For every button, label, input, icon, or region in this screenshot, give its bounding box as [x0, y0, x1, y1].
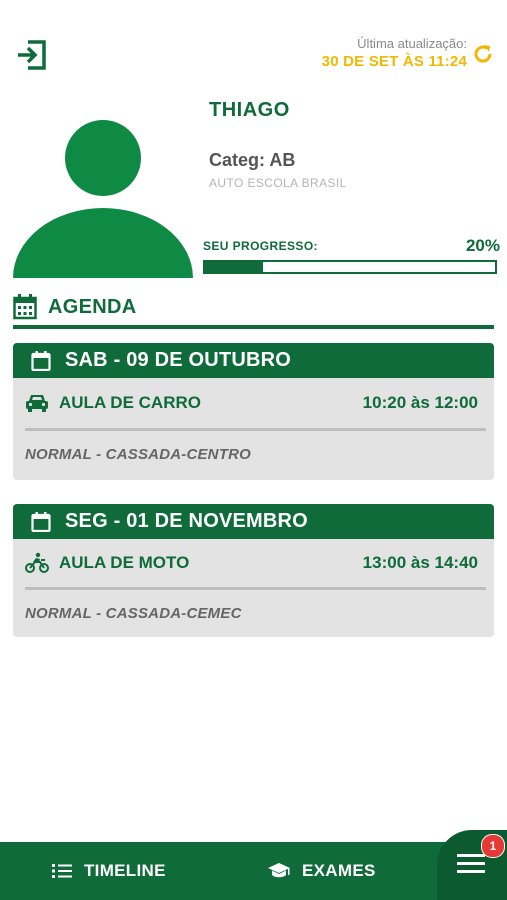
- hamburger-menu-icon: [457, 854, 485, 873]
- lesson-time: 13:00 às 14:40: [362, 553, 478, 572]
- list-icon: [52, 864, 72, 878]
- refresh-icon[interactable]: [471, 42, 495, 66]
- last-update-label: Última atualização:: [357, 36, 467, 51]
- calendar-icon: [31, 511, 51, 532]
- lesson-detail: NORMAL - CASSADA-CENTRO: [25, 446, 251, 463]
- graduation-cap-icon: [268, 863, 290, 878]
- nav-exames-label: EXAMES: [302, 861, 376, 880]
- lesson-name: AULA DE CARRO: [59, 393, 201, 412]
- student-name: THIAGO: [209, 99, 290, 121]
- lesson-row: AULA DE CARRO 10:20 às 12:00: [13, 378, 494, 428]
- lesson-row: AULA DE MOTO 13:00 às 14:40: [13, 539, 494, 587]
- nav-timeline-label: TIMELINE: [84, 861, 166, 880]
- bottom-nav: TIMELINE EXAMES: [0, 842, 507, 900]
- license-category: Categ: AB: [209, 150, 296, 170]
- calendar-icon: [13, 294, 37, 320]
- lesson-time: 10:20 às 12:00: [362, 393, 478, 412]
- agenda-date: SEG - 01 DE NOVEMBRO: [65, 510, 308, 532]
- logout-icon[interactable]: [14, 38, 48, 72]
- driving-school-name: AUTO ESCOLA BRASIL: [209, 176, 347, 190]
- avatar: [13, 120, 193, 278]
- nav-exames[interactable]: EXAMES: [268, 842, 376, 900]
- agenda-date: SAB - 09 DE OUTUBRO: [65, 349, 292, 371]
- agenda-divider: [13, 325, 494, 329]
- progress-percent: 20%: [465, 236, 500, 255]
- agenda-card-header: SEG - 01 DE NOVEMBRO: [13, 504, 494, 539]
- progress-label: SEU PROGRESSO:: [203, 239, 318, 253]
- agenda-card[interactable]: SEG - 01 DE NOVEMBRO AULA DE MOTO 13:00 …: [13, 504, 494, 637]
- lesson-name: AULA DE MOTO: [59, 553, 190, 572]
- progress-bar: [203, 260, 497, 274]
- calendar-icon: [31, 350, 51, 371]
- lesson-detail: NORMAL - CASSADA-CEMEC: [25, 605, 242, 622]
- agenda-title: AGENDA: [48, 296, 137, 318]
- last-update-value: 30 DE SET ÀS 11:24: [321, 53, 467, 70]
- car-icon: [26, 395, 48, 412]
- agenda-card-header: SAB - 09 DE OUTUBRO: [13, 343, 494, 378]
- agenda-card[interactable]: SAB - 09 DE OUTUBRO AULA DE CARRO 10:20 …: [13, 343, 494, 480]
- progress-bar-fill: [205, 262, 263, 272]
- motorcycle-icon: [25, 552, 49, 573]
- nav-timeline[interactable]: TIMELINE: [52, 842, 166, 900]
- notification-badge: 1: [481, 834, 505, 858]
